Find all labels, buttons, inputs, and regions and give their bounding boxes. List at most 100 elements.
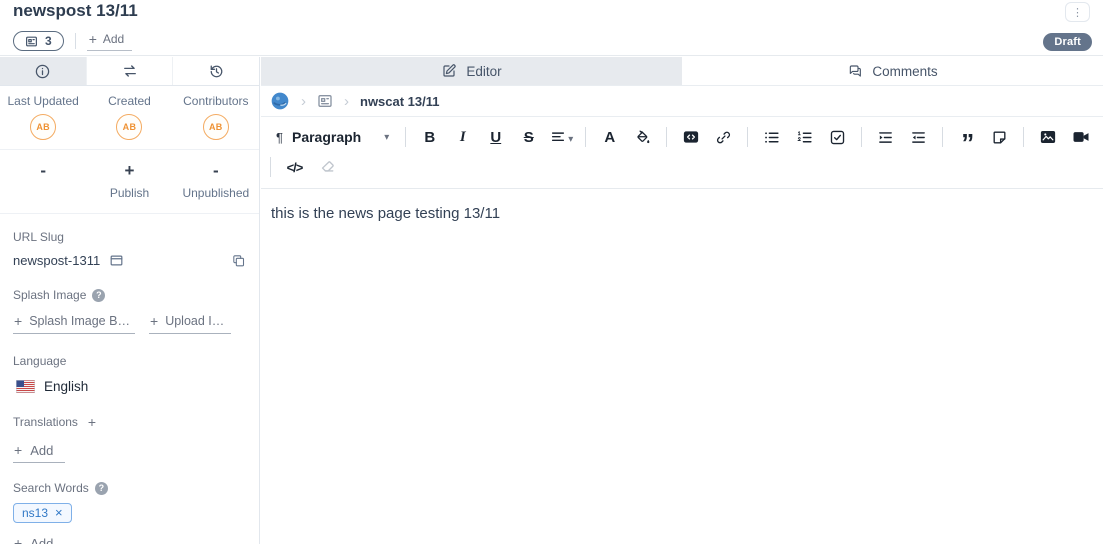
- stat-contributors: Contributors AB: [173, 94, 259, 140]
- breadcrumb-current-page[interactable]: nwscat 13/11: [360, 94, 440, 109]
- url-slug-row: newspost-1311: [13, 253, 246, 268]
- paragraph-style-dropdown[interactable]: ¶ Paragraph ▾: [267, 129, 398, 145]
- browser-window-icon[interactable]: [109, 253, 124, 268]
- plus-icon: +: [89, 31, 97, 47]
- editor-toolbar: ¶ Paragraph ▾ B I U S ▾ A: [261, 117, 1103, 189]
- meta-stats-row: Last Updated AB Created AB Contributors …: [0, 86, 259, 150]
- newspaper-icon[interactable]: [317, 93, 333, 109]
- avatar[interactable]: AB: [116, 114, 142, 140]
- highlight-bucket-button[interactable]: [629, 124, 656, 150]
- comments-bubble-icon: [847, 63, 863, 79]
- plus-icon: +: [86, 162, 172, 180]
- toolbar-row-2: </>: [267, 152, 1097, 182]
- font-color-button[interactable]: A: [596, 124, 623, 150]
- avatar[interactable]: AB: [203, 114, 229, 140]
- checklist-button[interactable]: [824, 124, 851, 150]
- versions-pill[interactable]: 3: [13, 31, 64, 51]
- remove-tag-icon[interactable]: ×: [55, 508, 63, 518]
- copy-icon[interactable]: [231, 253, 246, 268]
- main-panel: Editor Comments › › nwscat 13/11: [261, 57, 1103, 544]
- chevron-down-icon: ▾: [568, 134, 573, 145]
- splash-image-label: Splash Image ?: [13, 288, 246, 302]
- underline-button[interactable]: U: [482, 124, 509, 150]
- editor-text: this is the news page testing 13/11: [271, 205, 500, 222]
- site-logo-icon[interactable]: [270, 91, 290, 111]
- breadcrumb: › › nwscat 13/11: [261, 86, 1103, 117]
- search-word-tag: ns13 ×: [13, 503, 72, 523]
- status-badge: Draft: [1043, 33, 1092, 51]
- url-slug-label: URL Slug: [13, 230, 246, 244]
- content-editor-page: newspost 13/11 ⋮ 3 + Add Draft: [0, 0, 1103, 544]
- inline-code-button[interactable]: </>: [281, 154, 308, 180]
- add-content-button[interactable]: + Add: [87, 31, 133, 51]
- chevron-down-icon: ▾: [384, 132, 389, 143]
- updated-stat: -: [0, 162, 86, 200]
- tab-comments[interactable]: Comments: [682, 57, 1103, 85]
- add-search-word-button[interactable]: + Add: [13, 535, 65, 544]
- us-flag-icon: [16, 380, 35, 393]
- info-icon: [34, 63, 51, 80]
- help-icon[interactable]: ?: [95, 482, 108, 495]
- plus-icon: +: [14, 535, 22, 544]
- versions-count: 3: [45, 34, 52, 48]
- toolbar-row-1: ¶ Paragraph ▾ B I U S ▾ A: [267, 122, 1097, 152]
- sidebar-tabs: [0, 57, 259, 86]
- search-words-label: Search Words ?: [13, 481, 246, 495]
- publish-stat: + Publish: [86, 162, 172, 200]
- history-icon: [208, 63, 225, 80]
- tab-editor[interactable]: Editor: [261, 57, 682, 85]
- tab-history[interactable]: [173, 57, 259, 85]
- unpublished-stat: - Unpublished: [173, 162, 259, 200]
- tab-workflow[interactable]: [87, 57, 174, 85]
- clear-formatting-eraser-button[interactable]: [314, 154, 341, 180]
- language-row: English: [13, 379, 246, 394]
- main-tabs: Editor Comments: [261, 57, 1103, 86]
- splash-image-buttons: + Splash Image Bro... + Upload Im...: [13, 313, 246, 334]
- link-button[interactable]: [710, 124, 737, 150]
- header-meta-row: 3 + Add: [13, 31, 132, 51]
- bullet-list-button[interactable]: [758, 124, 785, 150]
- toolbar-separator: [942, 127, 943, 147]
- tab-details[interactable]: [0, 57, 87, 85]
- publish-stats-row: - + Publish - Unpublished: [0, 150, 259, 214]
- note-button[interactable]: [986, 124, 1013, 150]
- bold-button[interactable]: B: [416, 124, 443, 150]
- numbered-list-button[interactable]: [791, 124, 818, 150]
- language-value: English: [44, 379, 88, 394]
- translations-label: Translations +: [13, 414, 246, 430]
- outdent-button[interactable]: [905, 124, 932, 150]
- help-icon[interactable]: ?: [92, 289, 105, 302]
- toolbar-separator: [270, 157, 271, 177]
- minus-icon: -: [173, 162, 259, 180]
- stat-created: Created AB: [86, 94, 172, 140]
- add-translation-icon[interactable]: +: [88, 414, 96, 430]
- toolbar-separator: [747, 127, 748, 147]
- add-translation-button[interactable]: + Add: [13, 442, 65, 463]
- page-header: newspost 13/11 ⋮ 3 + Add Draft: [0, 0, 1103, 56]
- edit-pencil-icon: [441, 63, 457, 79]
- upload-image-button[interactable]: + Upload Im...: [149, 313, 231, 334]
- blockquote-button[interactable]: ”: [953, 124, 980, 150]
- url-slug-value: newspost-1311: [13, 253, 100, 268]
- italic-button[interactable]: I: [449, 124, 476, 150]
- strikethrough-button[interactable]: S: [515, 124, 542, 150]
- sidebar-sections: URL Slug newspost-1311 Splash Image ? + …: [0, 230, 259, 544]
- swap-arrows-icon: [121, 62, 139, 80]
- toolbar-separator: [585, 127, 586, 147]
- language-label: Language: [13, 354, 246, 368]
- page-title: newspost 13/11: [13, 1, 138, 21]
- chevron-right-icon: ›: [344, 94, 349, 109]
- insert-image-button[interactable]: [1034, 124, 1061, 150]
- align-lines-icon: [550, 129, 566, 145]
- code-block-button[interactable]: [677, 124, 704, 150]
- toolbar-separator: [666, 127, 667, 147]
- pilcrow-icon: ¶: [276, 130, 283, 145]
- plus-icon: +: [14, 442, 22, 458]
- insert-video-button[interactable]: [1067, 124, 1094, 150]
- more-options-button[interactable]: ⋮: [1065, 2, 1090, 22]
- splash-image-browse-button[interactable]: + Splash Image Bro...: [13, 313, 135, 334]
- align-dropdown-button[interactable]: ▾: [548, 124, 575, 150]
- editor-content-area[interactable]: this is the news page testing 13/11: [261, 189, 1103, 238]
- indent-button[interactable]: [872, 124, 899, 150]
- avatar[interactable]: AB: [30, 114, 56, 140]
